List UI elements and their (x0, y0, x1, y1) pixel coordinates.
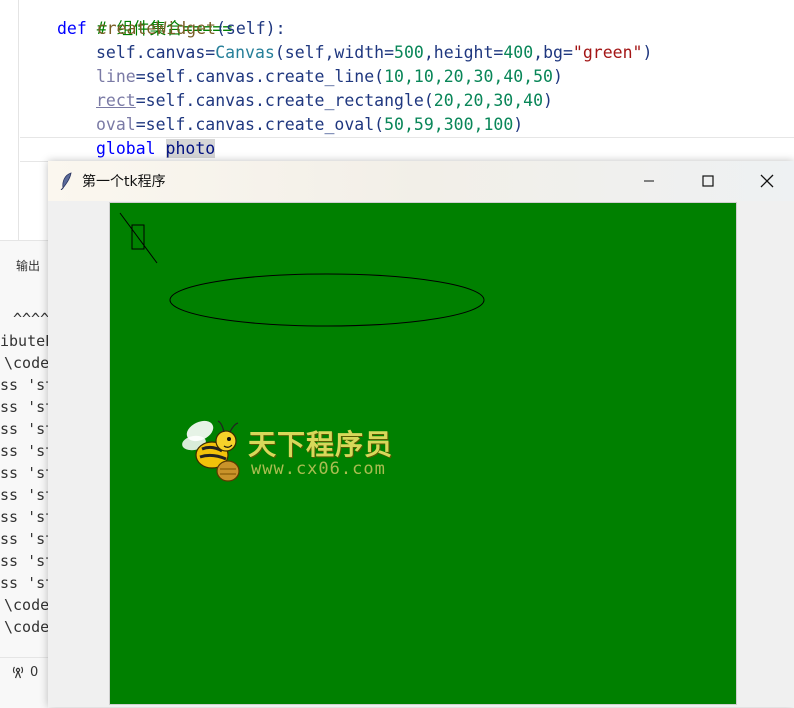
output-line: ^^^^ (13, 310, 50, 328)
output-line: ss 'st (0, 486, 55, 504)
editor-gutter-guide (18, 0, 19, 240)
output-line: ss 'st (0, 530, 55, 548)
minimize-button[interactable] (620, 161, 678, 201)
feather-icon (60, 172, 74, 191)
close-button[interactable] (738, 161, 794, 201)
output-line: ss 'st (0, 574, 55, 592)
output-line: ibuteE (0, 332, 55, 350)
maximize-icon (702, 175, 714, 187)
watermark-brand: 天下程序员 (248, 428, 394, 461)
tk-canvas[interactable]: 天下程序员 www.cx06.com (109, 202, 737, 705)
bee-logo-icon (180, 413, 250, 488)
output-line: \code (4, 596, 50, 614)
output-line: ss 'st (0, 398, 55, 416)
code-line-1[interactable]: # 组件集合===== (57, 0, 233, 38)
window-titlebar[interactable]: 第一个tk程序 (48, 161, 794, 201)
output-line: \code (4, 354, 50, 372)
window-title: 第一个tk程序 (82, 174, 166, 190)
tk-window[interactable]: 第一个tk程序 天下程序员 www.cx06.com (48, 161, 794, 707)
close-icon (760, 174, 774, 188)
status-count[interactable]: 0 (30, 665, 38, 680)
output-line: ss 'st (0, 464, 55, 482)
code-line-7[interactable]: global photo (96, 137, 216, 161)
output-line: ss 'st (0, 442, 55, 460)
code-line-6[interactable]: oval=self.canvas.create_oval(50,59,300,1… (96, 113, 523, 137)
output-line: ss 'st (0, 420, 55, 438)
code-line-4[interactable]: line=self.canvas.create_line(10,10,20,30… (96, 65, 563, 89)
broadcast-icon[interactable] (10, 665, 26, 683)
minimize-icon (644, 180, 654, 182)
tab-output[interactable]: 输出 (16, 257, 40, 274)
output-line: \code (4, 618, 50, 636)
output-line: ss 'st (0, 376, 55, 394)
code-line-3[interactable]: self.canvas=Canvas(self,width=500,height… (96, 41, 652, 65)
watermark-url: www.cx06.com (251, 459, 386, 479)
code-line-2[interactable]: def createWidget(self): (57, 17, 286, 41)
output-line: ss 'st (0, 552, 55, 570)
canvas-line (119, 212, 158, 264)
output-line: ss 'st (0, 508, 55, 526)
code-editor[interactable]: # 组件集合===== def createWidget(self): self… (0, 0, 794, 240)
code-line-5[interactable]: rect=self.canvas.create_rectangle(20,20,… (96, 89, 553, 113)
canvas-oval (169, 273, 485, 327)
output-panel[interactable]: 输出 ^^^^ ibuteE \code ss 'st ss 'st ss 'st ss '… (0, 240, 54, 708)
status-bar: 0 (0, 657, 48, 688)
maximize-button[interactable] (679, 161, 737, 201)
